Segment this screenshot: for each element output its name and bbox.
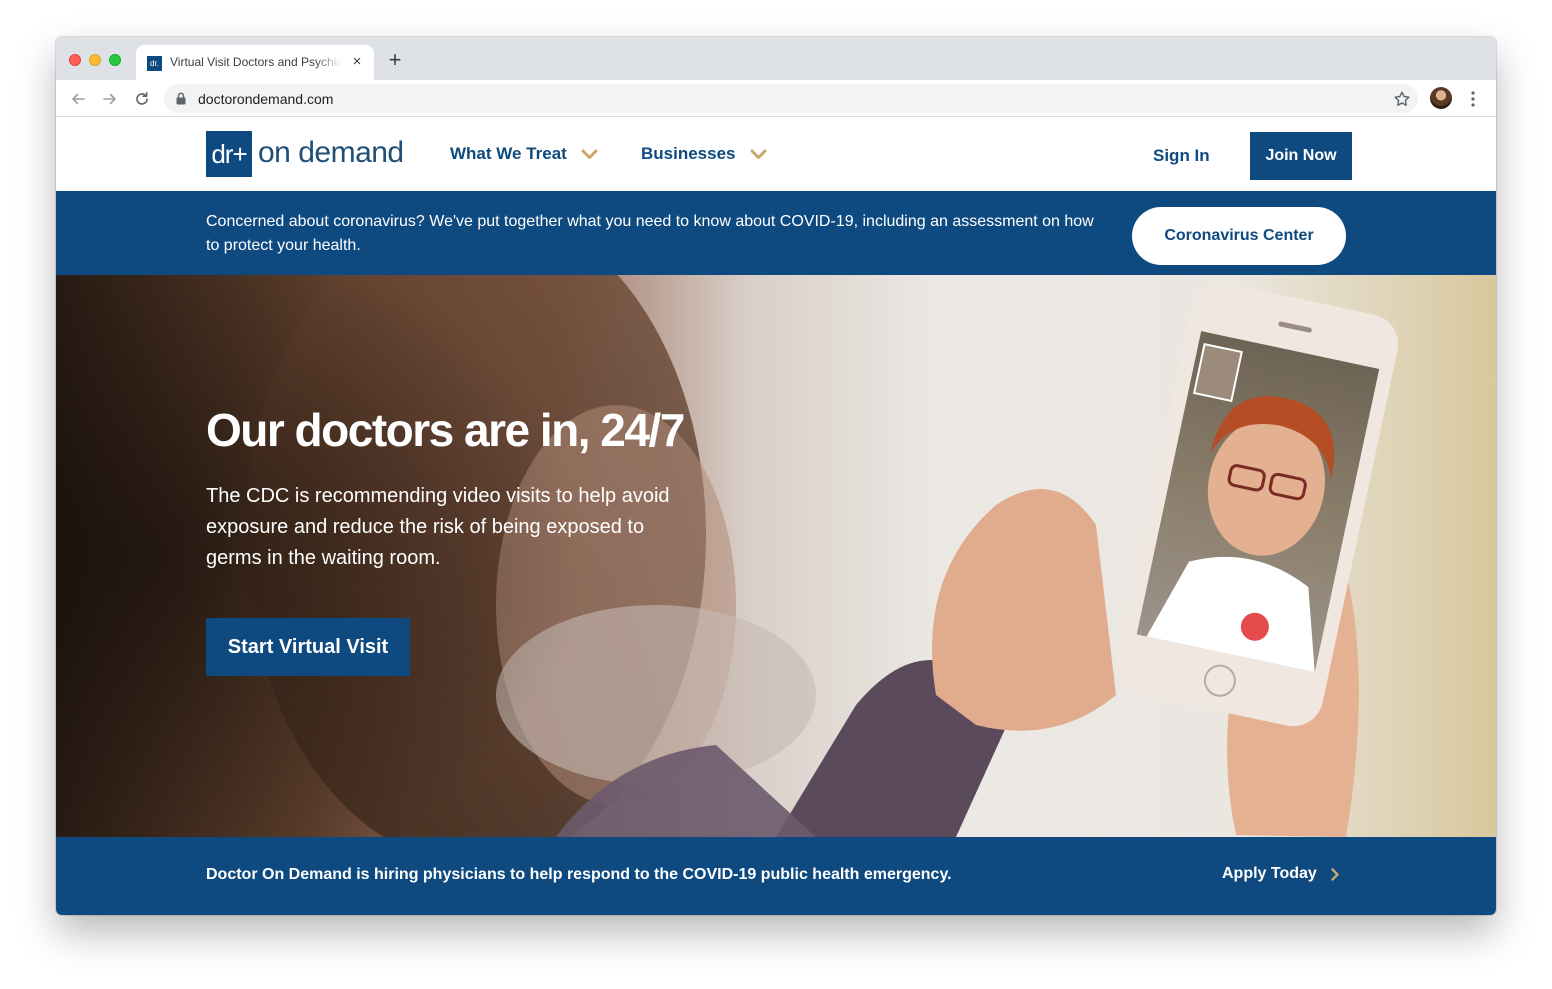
start-virtual-visit-button[interactable]: Start Virtual Visit bbox=[206, 618, 410, 676]
profile-avatar[interactable] bbox=[1430, 87, 1452, 109]
nav-what-we-treat[interactable]: What We Treat bbox=[450, 144, 598, 164]
apply-today-label: Apply Today bbox=[1222, 865, 1317, 882]
logo-mark[interactable]: dr+ bbox=[206, 131, 252, 177]
hero-title: Our doctors are in, 24/7 bbox=[206, 404, 685, 456]
menu-dots-icon[interactable] bbox=[1466, 88, 1480, 110]
address-bar[interactable]: doctorondemand.com bbox=[164, 84, 1418, 113]
nav-item-label: What We Treat bbox=[450, 144, 567, 163]
window-zoom-button[interactable] bbox=[109, 54, 121, 66]
tab-title: Virtual Visit Doctors and Psychiatrists bbox=[170, 55, 342, 69]
nav-item-label: Businesses bbox=[641, 144, 736, 163]
chevron-right-icon bbox=[1331, 867, 1339, 881]
back-icon[interactable] bbox=[67, 88, 89, 110]
logo-text[interactable]: on demand bbox=[258, 136, 404, 170]
new-tab-icon[interactable]: + bbox=[385, 49, 405, 71]
forward-icon[interactable] bbox=[99, 88, 121, 110]
browser-toolbar: doctorondemand.com bbox=[56, 80, 1496, 117]
join-now-button[interactable]: Join Now bbox=[1250, 132, 1352, 180]
hero-section: Our doctors are in, 24/7 The CDC is reco… bbox=[56, 275, 1496, 837]
covid-banner-text: Concerned about coronavirus? We've put t… bbox=[206, 213, 1094, 254]
hiring-banner: Doctor On Demand is hiring physicians to… bbox=[56, 837, 1496, 915]
nav-businesses[interactable]: Businesses bbox=[641, 144, 767, 164]
browser-window: dr. Virtual Visit Doctors and Psychiatri… bbox=[56, 37, 1496, 915]
tab-strip: dr. Virtual Visit Doctors and Psychiatri… bbox=[56, 37, 1496, 80]
bookmark-star-icon[interactable] bbox=[1392, 89, 1412, 109]
reload-icon[interactable] bbox=[131, 88, 153, 110]
close-icon[interactable]: × bbox=[349, 54, 365, 70]
window-minimize-button[interactable] bbox=[89, 54, 101, 66]
lock-icon bbox=[176, 92, 186, 105]
coronavirus-center-button[interactable]: Coronavirus Center bbox=[1132, 207, 1346, 265]
chevron-down-icon bbox=[750, 149, 766, 159]
site-header: dr+ on demand What We Treat Businesses S… bbox=[56, 117, 1496, 191]
web-page: dr+ on demand What We Treat Businesses S… bbox=[56, 117, 1496, 915]
sign-in-link[interactable]: Sign In bbox=[1153, 146, 1210, 166]
chevron-down-icon bbox=[581, 149, 598, 159]
hiring-banner-text: Doctor On Demand is hiring physicians to… bbox=[206, 866, 952, 883]
apply-today-link[interactable]: Apply Today bbox=[1222, 865, 1339, 883]
covid-banner: Concerned about coronavirus? We've put t… bbox=[56, 191, 1496, 275]
hero-body: The CDC is recommending video visits to … bbox=[206, 485, 670, 569]
window-close-button[interactable] bbox=[69, 54, 81, 66]
favicon-icon: dr. bbox=[147, 56, 162, 71]
url-text[interactable]: doctorondemand.com bbox=[198, 91, 333, 107]
browser-tab[interactable]: dr. Virtual Visit Doctors and Psychiatri… bbox=[136, 45, 374, 80]
